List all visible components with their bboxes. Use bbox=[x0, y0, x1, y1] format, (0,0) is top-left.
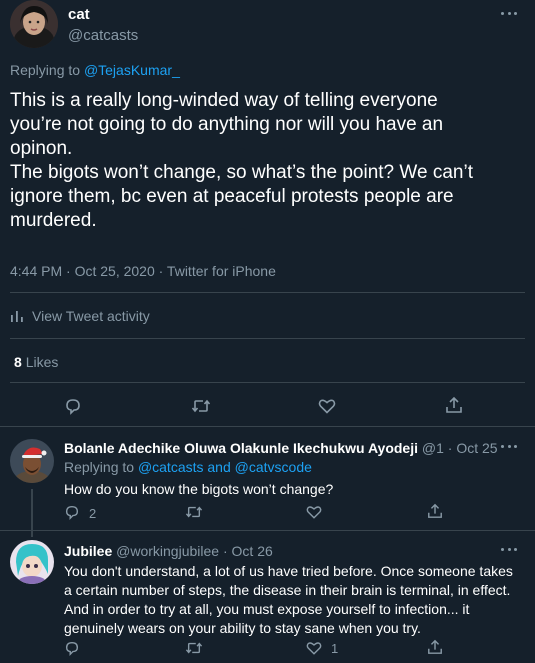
share-icon[interactable] bbox=[445, 396, 463, 414]
tweet-date[interactable]: · Oct 26 bbox=[223, 543, 273, 559]
reply-count: 2 bbox=[89, 506, 97, 521]
reply-text: You don't understand, a lot of us have t… bbox=[64, 562, 513, 638]
display-name[interactable]: cat bbox=[68, 6, 90, 23]
reply-icon[interactable] bbox=[64, 397, 82, 415]
reply-text-line: a certain number of steps, the disease i… bbox=[64, 582, 511, 598]
reply-icon[interactable] bbox=[64, 640, 80, 656]
tweet-text-line: murdered. bbox=[10, 210, 97, 231]
tweet-text-line: you’re not going to do anything nor will… bbox=[10, 114, 444, 135]
replying-to: Replying to @catcasts and @catvscode bbox=[64, 459, 312, 475]
display-name[interactable]: Jubilee bbox=[64, 543, 112, 559]
bar-chart-icon bbox=[10, 309, 24, 323]
reply-header: Bolanle Adechike Oluwa Olakunle Ikechukw… bbox=[64, 440, 498, 456]
replying-to: Replying to @TejasKumar_ bbox=[10, 62, 180, 78]
retweet-icon[interactable] bbox=[185, 504, 203, 520]
tweet-timestamp[interactable]: 4:44 PM · Oct 25, 2020 · Twitter for iPh… bbox=[10, 263, 276, 279]
divider bbox=[10, 382, 525, 383]
reply-icon[interactable] bbox=[64, 504, 80, 520]
divider bbox=[0, 426, 535, 427]
display-name[interactable]: Bolanle Adechike Oluwa Olakunle Ikechukw… bbox=[64, 440, 418, 456]
divider bbox=[10, 292, 525, 293]
replying-to-prefix: Replying to bbox=[10, 62, 81, 78]
handle[interactable]: @1 bbox=[422, 440, 444, 456]
likes-stat[interactable]: 8 Likes bbox=[14, 354, 58, 370]
retweet-icon[interactable] bbox=[191, 397, 211, 415]
divider bbox=[0, 530, 535, 531]
tweet-date[interactable]: · Oct 25 bbox=[448, 440, 498, 456]
share-icon[interactable] bbox=[427, 639, 443, 655]
tweet-text-line: ignore them, bc even at peaceful protest… bbox=[10, 186, 454, 207]
likes-label: Likes bbox=[25, 354, 59, 370]
reply-header: Jubilee @workingjubilee · Oct 26 bbox=[64, 543, 273, 559]
reply-text-line: And in order to try at all, you must exp… bbox=[64, 601, 470, 617]
tweet-text-line: opinon. bbox=[10, 138, 73, 159]
tweet-text: This is a really long-winded way of tell… bbox=[10, 89, 473, 233]
avatar[interactable] bbox=[10, 439, 54, 483]
likes-count: 8 bbox=[14, 354, 22, 370]
reply-text-line: You don't understand, a lot of us have t… bbox=[64, 563, 513, 579]
more-options-icon[interactable] bbox=[501, 10, 517, 16]
retweet-icon[interactable] bbox=[185, 640, 203, 656]
like-count: 1 bbox=[331, 641, 339, 656]
tweet-text-line: This is a really long-winded way of tell… bbox=[10, 90, 438, 111]
like-icon[interactable] bbox=[306, 640, 322, 656]
reply-text-line: genuinely wears on your ability to stay … bbox=[64, 620, 421, 636]
like-icon[interactable] bbox=[318, 397, 336, 415]
reply-text: How do you know the bigots won’t change? bbox=[64, 481, 334, 497]
avatar[interactable] bbox=[10, 540, 54, 584]
handle[interactable]: @catcasts bbox=[68, 27, 138, 44]
share-icon[interactable] bbox=[427, 503, 443, 519]
handle[interactable]: @workingjubilee bbox=[116, 543, 219, 559]
like-icon[interactable] bbox=[306, 504, 322, 520]
more-options-icon[interactable] bbox=[501, 443, 517, 449]
avatar[interactable] bbox=[10, 0, 58, 48]
view-tweet-activity[interactable]: View Tweet activity bbox=[10, 308, 150, 324]
replying-to-link[interactable]: @catcasts and @catvscode bbox=[138, 459, 312, 475]
tweet-text-line: The bigots won’t change, so what’s the p… bbox=[10, 162, 473, 183]
divider bbox=[10, 338, 525, 339]
view-tweet-activity-label: View Tweet activity bbox=[32, 308, 150, 324]
replying-to-link[interactable]: @TejasKumar_ bbox=[84, 62, 180, 78]
more-options-icon[interactable] bbox=[501, 546, 517, 552]
replying-to-prefix: Replying to bbox=[64, 459, 135, 475]
